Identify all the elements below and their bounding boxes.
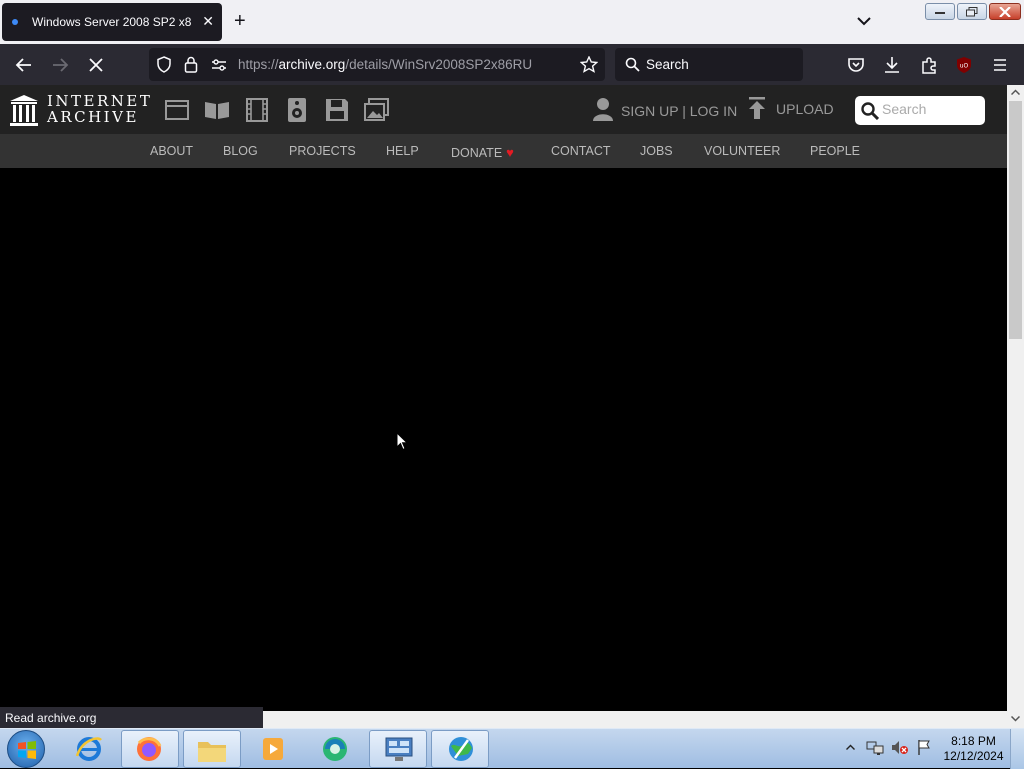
- lock-icon[interactable]: [184, 56, 198, 73]
- new-tab-button[interactable]: +: [234, 10, 246, 32]
- svg-text:uO: uO: [960, 63, 969, 70]
- sign-up-login-link[interactable]: SIGN UP | LOG IN: [593, 97, 737, 121]
- ia-header: INTERNET ARCHIVE SIGN UP | LOG IN UPLOAD: [0, 85, 1007, 134]
- ia-subnav: ABOUT BLOG PROJECTS HELP DONATE ♥ CONTACT…: [0, 134, 1007, 168]
- url-prefix: https://: [238, 57, 279, 72]
- logo-line-2: ARCHIVE: [47, 108, 139, 126]
- scroll-thumb[interactable]: [1009, 101, 1022, 339]
- video-icon[interactable]: [244, 97, 270, 123]
- tab-close-icon[interactable]: ✕: [202, 13, 214, 30]
- app-icon[interactable]: [307, 730, 365, 768]
- windows-logo-icon: [18, 741, 36, 759]
- mouse-cursor-icon: [396, 432, 408, 451]
- volume-muted-icon[interactable]: [891, 739, 909, 756]
- scroll-up-icon[interactable]: [1011, 89, 1020, 95]
- media-player-icon[interactable]: [245, 730, 303, 768]
- search-icon: [625, 57, 640, 72]
- nav-projects[interactable]: PROJECTS: [289, 144, 356, 158]
- firefox-icon[interactable]: [121, 730, 179, 768]
- action-center-flag-icon[interactable]: [916, 739, 932, 756]
- nav-blog[interactable]: BLOG: [223, 144, 258, 158]
- scroll-down-icon[interactable]: [1011, 716, 1020, 722]
- clock-time: 8:18 PM: [951, 734, 996, 748]
- restore-button[interactable]: [957, 3, 987, 20]
- search-icon[interactable]: [861, 102, 879, 120]
- address-bar[interactable]: https://archive.org/details/WinSrv2008SP…: [149, 48, 605, 81]
- page-content: INTERNET ARCHIVE SIGN UP | LOG IN UPLOAD…: [0, 85, 1007, 711]
- sign-up-login-label: SIGN UP | LOG IN: [621, 102, 738, 119]
- tab-bar: Windows Server 2008 SP2 x86 (R ✕ +: [0, 0, 1024, 44]
- logo-line-1: INTERNET: [47, 92, 153, 110]
- nav-toolbar: https://archive.org/details/WinSrv2008SP…: [0, 44, 1024, 85]
- nav-volunteer[interactable]: VOLUNTEER: [704, 144, 780, 158]
- url-text[interactable]: https://archive.org/details/WinSrv2008SP…: [238, 57, 532, 72]
- web-icon[interactable]: [164, 97, 190, 123]
- permissions-icon[interactable]: [211, 58, 227, 72]
- heart-icon: ♥: [506, 145, 514, 160]
- ia-search-input[interactable]: [882, 101, 978, 117]
- archive-logo-icon[interactable]: [9, 94, 39, 126]
- nav-contact[interactable]: CONTACT: [551, 144, 611, 158]
- show-hidden-icons-icon[interactable]: [846, 744, 855, 750]
- pocket-icon[interactable]: [846, 55, 866, 75]
- file-explorer-icon[interactable]: [183, 730, 241, 768]
- download-icon[interactable]: [882, 55, 902, 75]
- back-icon[interactable]: [14, 55, 34, 75]
- minimize-button[interactable]: [925, 3, 955, 20]
- tab-loading-icon: [12, 19, 18, 25]
- list-all-tabs-icon[interactable]: [855, 12, 873, 30]
- extensions-icon[interactable]: [919, 55, 939, 75]
- clock[interactable]: 8:18 PM 12/12/2024: [941, 734, 1006, 764]
- nav-help[interactable]: HELP: [386, 144, 419, 158]
- menu-icon[interactable]: [990, 55, 1010, 75]
- status-bar: Read archive.org: [0, 707, 263, 728]
- stop-loading-icon[interactable]: [86, 55, 106, 75]
- user-icon: [593, 98, 613, 121]
- nav-jobs[interactable]: JOBS: [640, 144, 673, 158]
- ublock-icon[interactable]: uO: [954, 55, 974, 75]
- tab-title: Windows Server 2008 SP2 x86 (R: [32, 15, 192, 29]
- nav-donate-label: DONATE: [451, 146, 503, 160]
- horizontal-scrollbar[interactable]: [263, 711, 1007, 728]
- upload-link[interactable]: UPLOAD: [748, 97, 834, 119]
- texts-icon[interactable]: [204, 97, 230, 123]
- url-host: archive.org: [278, 57, 346, 72]
- nav-donate[interactable]: DONATE ♥: [451, 144, 514, 162]
- clock-date: 12/12/2024: [943, 749, 1004, 763]
- url-path: /details/WinSrv2008SP2x86RU: [345, 57, 533, 72]
- ia-search-box[interactable]: [855, 96, 985, 125]
- bookmark-star-icon[interactable]: [580, 56, 598, 73]
- taskbar: 8:18 PM 12/12/2024: [0, 728, 1024, 769]
- network-icon[interactable]: [431, 730, 489, 768]
- internet-explorer-icon[interactable]: [60, 730, 118, 768]
- upload-icon: [749, 97, 765, 119]
- tab-active[interactable]: Windows Server 2008 SP2 x86 (R ✕: [2, 3, 222, 41]
- shield-icon[interactable]: [156, 56, 172, 73]
- vertical-scrollbar[interactable]: [1007, 85, 1024, 728]
- network-tray-icon[interactable]: [866, 739, 884, 756]
- show-desktop-button[interactable]: [1010, 729, 1024, 769]
- images-icon[interactable]: [364, 97, 390, 123]
- nav-about[interactable]: ABOUT: [150, 144, 193, 158]
- software-icon[interactable]: [324, 97, 350, 123]
- browser-search-box[interactable]: Search: [615, 48, 803, 81]
- start-button[interactable]: [7, 730, 45, 768]
- browser-search-placeholder: Search: [646, 57, 689, 72]
- nav-people[interactable]: PEOPLE: [810, 144, 860, 158]
- forward-icon[interactable]: [50, 55, 70, 75]
- remote-desktop-icon[interactable]: [369, 730, 427, 768]
- close-window-button[interactable]: [989, 3, 1021, 20]
- archive-logo-text[interactable]: INTERNET ARCHIVE: [47, 93, 152, 125]
- audio-icon[interactable]: [284, 97, 310, 123]
- upload-label: UPLOAD: [776, 100, 834, 117]
